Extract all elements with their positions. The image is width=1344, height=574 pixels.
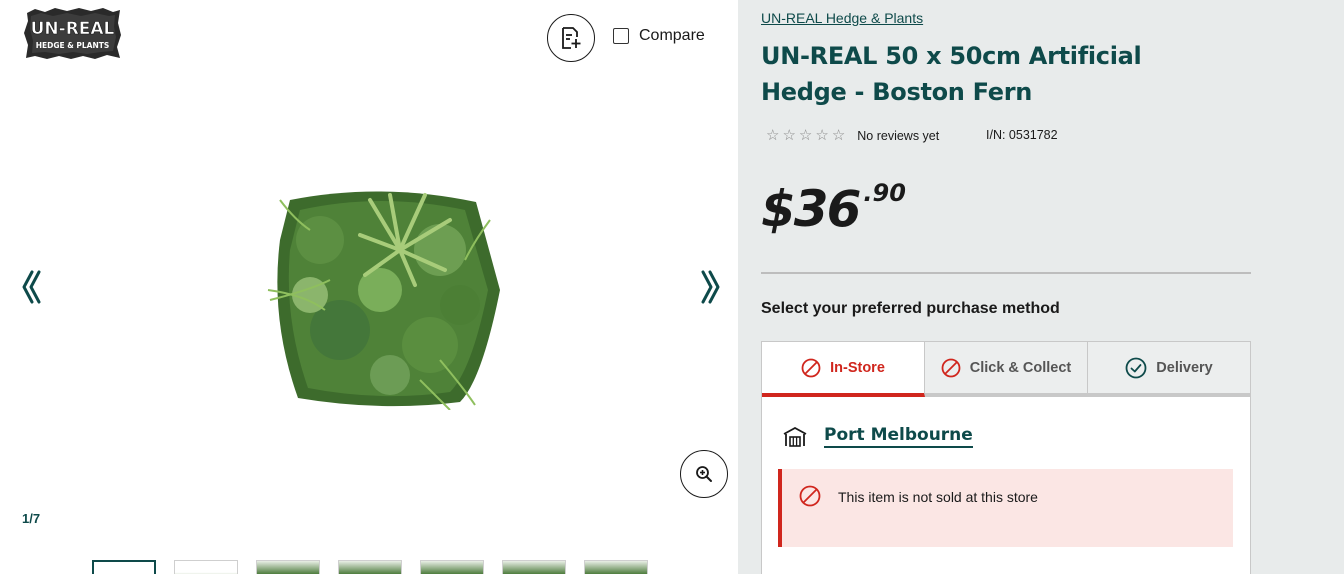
tab-delivery[interactable]: Delivery bbox=[1088, 342, 1250, 397]
zoom-in-icon bbox=[696, 466, 712, 482]
divider bbox=[761, 272, 1251, 274]
in-store-panel: Port Melbourne This item is not sold at … bbox=[761, 397, 1251, 574]
thumbnail-strip bbox=[92, 560, 648, 574]
tab-label: Click & Collect bbox=[969, 359, 1072, 376]
reviews-text: No reviews yet bbox=[857, 128, 940, 143]
tab-in-store[interactable]: In-Store bbox=[762, 342, 925, 397]
thumbnail-2[interactable] bbox=[174, 560, 238, 574]
price-cents: .90 bbox=[863, 179, 906, 207]
star-icon: ☆ bbox=[831, 127, 846, 144]
star-icon: ☆ bbox=[798, 127, 813, 144]
star-icon: ☆ bbox=[766, 127, 780, 144]
star-rating: ☆ ☆ ☆ ☆ ☆ bbox=[766, 128, 845, 143]
store-name-link[interactable]: Port Melbourne bbox=[824, 425, 973, 448]
alert-message: This item is not sold at this store bbox=[838, 489, 1038, 505]
zoom-button[interactable] bbox=[680, 450, 728, 498]
brand-link[interactable]: UN-REAL Hedge & Plants bbox=[761, 10, 923, 26]
store-row: Port Melbourne bbox=[782, 425, 973, 448]
thumbnail-4[interactable] bbox=[338, 560, 402, 574]
star-icon: ☆ bbox=[815, 127, 829, 144]
item-number: I/N: 0531782 bbox=[986, 128, 1058, 142]
product-gallery: UN-REAL HEDGE & PLANTS Compare 1/7 bbox=[0, 0, 738, 574]
check-circle-icon bbox=[1125, 357, 1147, 378]
tab-label: In-Store bbox=[830, 359, 885, 376]
not-sold-alert: This item is not sold at this store bbox=[778, 469, 1233, 547]
product-title: UN-REAL 50 x 50cm Artificial Hedge - Bos… bbox=[761, 42, 1142, 106]
rating-row[interactable]: ☆ ☆ ☆ ☆ ☆ No reviews yet bbox=[766, 128, 939, 143]
star-icon: ☆ bbox=[782, 127, 796, 144]
purchase-method-heading: Select your preferred purchase method bbox=[761, 300, 1060, 317]
store-icon bbox=[783, 426, 807, 447]
purchase-method-tabs: In-Store Click & Collect Delivery bbox=[761, 341, 1251, 397]
compare-label: Compare bbox=[639, 27, 705, 44]
svg-text:HEDGE & PLANTS: HEDGE & PLANTS bbox=[36, 41, 110, 50]
brand-logo: UN-REAL HEDGE & PLANTS bbox=[24, 8, 121, 59]
product-details: UN-REAL Hedge & Plants UN-REAL 50 x 50cm… bbox=[738, 0, 1344, 574]
prohibited-icon bbox=[799, 485, 821, 507]
prohibited-icon bbox=[801, 358, 821, 377]
previous-image-arrow-icon[interactable] bbox=[19, 268, 43, 306]
thumbnail-6[interactable] bbox=[502, 560, 566, 574]
thumbnail-3[interactable] bbox=[256, 560, 320, 574]
price-dollars: $36 bbox=[761, 180, 861, 238]
thumbnail-7[interactable] bbox=[584, 560, 648, 574]
tab-click-and-collect[interactable]: Click & Collect bbox=[925, 342, 1088, 397]
prohibited-icon bbox=[941, 358, 961, 377]
tab-label: Delivery bbox=[1156, 359, 1213, 376]
price: $36 .90 bbox=[761, 178, 906, 240]
next-image-arrow-icon[interactable] bbox=[699, 268, 723, 306]
thumbnail-5[interactable] bbox=[420, 560, 484, 574]
add-to-list-button[interactable] bbox=[547, 14, 595, 62]
compare-toggle[interactable]: Compare bbox=[613, 27, 705, 45]
compare-checkbox[interactable] bbox=[613, 28, 629, 44]
add-to-list-icon bbox=[562, 27, 581, 49]
svg-text:UN-REAL: UN-REAL bbox=[31, 19, 115, 39]
thumbnail-1[interactable] bbox=[92, 560, 156, 574]
product-image bbox=[267, 191, 500, 410]
image-counter: 1/7 bbox=[22, 511, 41, 526]
